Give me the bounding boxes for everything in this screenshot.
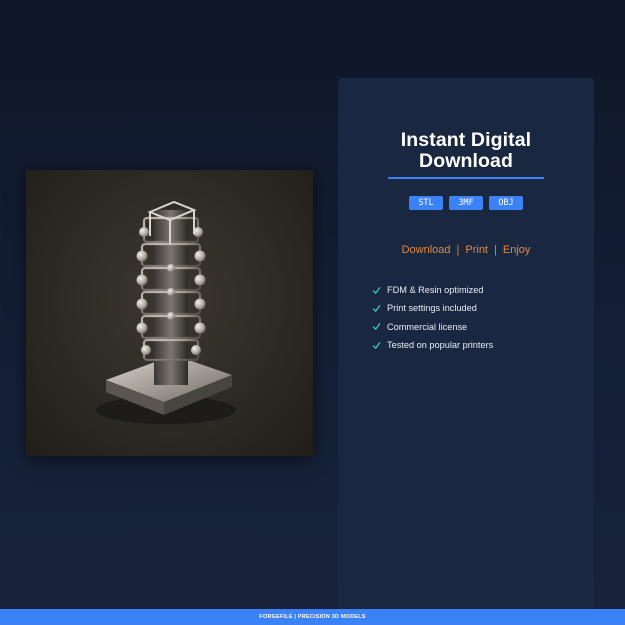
format-tag-3mf: 3MF [449,196,483,210]
format-tags: STL 3MF OBJ [338,196,594,210]
feature-label: Tested on popular printers [387,340,494,351]
action-links: Download | Print | Enjoy [338,244,594,256]
info-card: Instant Digital Download STL 3MF OBJ Dow… [338,78,594,612]
print-link[interactable]: Print [465,244,488,256]
product-image [26,170,313,456]
card-title-line1: Instant Digital [400,129,532,151]
footer-bar: FORGEFILE | PRECISION 3D MODELS [0,609,625,625]
feature-item: Commercial license [372,318,493,336]
feature-list: FDM & Resin optimized Print settings inc… [372,281,493,354]
format-tag-stl: STL [409,196,443,210]
feature-item: Tested on popular printers [372,336,493,354]
separator: | [456,244,460,256]
feature-item: Print settings included [372,299,493,317]
feature-label: FDM & Resin optimized [387,285,484,296]
card-title: Instant Digital Download [338,130,594,172]
title-underline [388,177,544,179]
footer-text: FORGEFILE | PRECISION 3D MODELS [259,614,366,620]
lattice-tower-illustration [96,200,236,424]
check-icon [372,286,381,294]
format-tag-obj: OBJ [489,196,523,210]
card-title-line2: Download [419,150,513,172]
check-icon [372,323,381,331]
feature-label: Print settings included [387,303,477,314]
enjoy-link[interactable]: Enjoy [503,244,531,256]
feature-label: Commercial license [387,321,468,332]
download-link[interactable]: Download [402,244,451,256]
feature-item: FDM & Resin optimized [372,281,493,299]
check-icon [372,341,381,349]
check-icon [372,305,381,312]
separator: | [494,244,497,256]
